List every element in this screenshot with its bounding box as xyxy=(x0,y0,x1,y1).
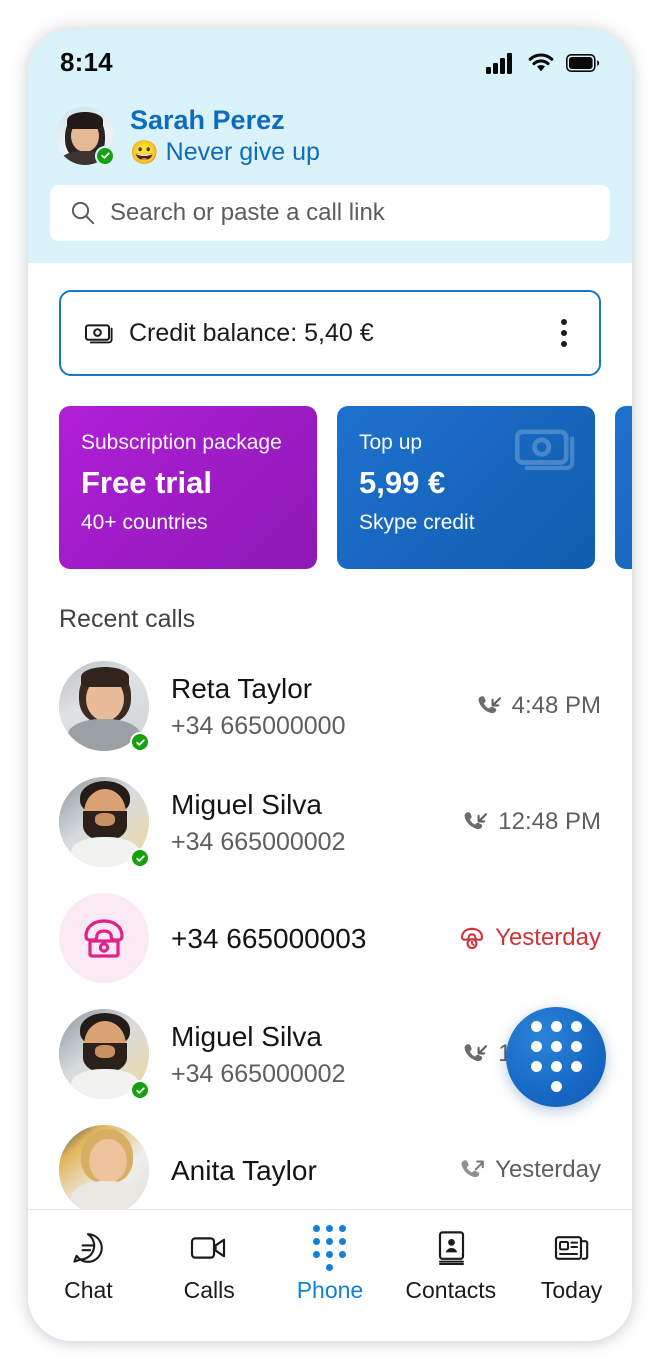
tab-calls[interactable]: Calls xyxy=(153,1228,265,1304)
promo-card-topup-next[interactable]: T 1 S xyxy=(615,406,632,570)
call-list-item[interactable]: Reta Taylor +34 665000000 4:48 PM xyxy=(28,648,632,764)
chat-bubble-icon xyxy=(73,1232,104,1263)
call-phone-number: +34 665000002 xyxy=(171,1060,346,1089)
call-meta: Yesterday xyxy=(459,924,601,952)
promo-kicker: Top up xyxy=(359,431,423,455)
avatar xyxy=(59,1009,150,1101)
recent-calls-heading: Recent calls xyxy=(59,605,196,634)
call-timestamp: Yesterday xyxy=(495,1156,601,1184)
check-icon xyxy=(100,152,110,160)
tab-contacts[interactable]: Contacts xyxy=(395,1228,507,1304)
tab-chat[interactable]: Chat xyxy=(32,1228,144,1304)
call-contact-name: Anita Taylor xyxy=(171,1154,317,1186)
promo-subtitle: 40+ countries xyxy=(81,510,208,534)
call-details: +34 665000003 xyxy=(171,921,437,956)
call-details: Miguel Silva +34 665000002 xyxy=(171,787,440,857)
tab-label: Phone xyxy=(296,1276,364,1303)
tab-label: Calls xyxy=(183,1276,235,1303)
call-missed-icon xyxy=(461,928,484,950)
mood-emoji: 😀 xyxy=(130,138,159,165)
call-details: Reta Taylor +34 665000000 xyxy=(171,671,454,741)
call-incoming-icon xyxy=(464,1044,488,1062)
battery-icon xyxy=(566,53,600,72)
bottom-navigation: Chat Calls Phone Contacts Today xyxy=(28,1208,632,1341)
promo-carousel[interactable]: Subscription package Free trial 40+ coun… xyxy=(28,406,632,570)
tab-label: Contacts xyxy=(405,1276,497,1303)
dial-pad-icon xyxy=(530,1021,582,1092)
call-contact-name: Miguel Silva xyxy=(171,1021,322,1053)
call-contact-name: Miguel Silva xyxy=(171,789,322,821)
call-details: Anita Taylor xyxy=(171,1153,437,1188)
desk-phone-icon xyxy=(59,893,149,984)
call-phone-number: +34 665000002 xyxy=(171,828,346,857)
screenshot-root: 8:14 Sarah Perez 😀 Never give up Search … xyxy=(0,0,660,1369)
promo-subtitle: Skype credit xyxy=(359,510,475,534)
anita-taylor-avatar xyxy=(59,1125,149,1209)
call-list-item[interactable]: +34 665000003 Yesterday xyxy=(28,880,632,996)
status-bar-icons xyxy=(486,52,600,74)
profile-mood[interactable]: 😀 Never give up xyxy=(130,137,320,167)
credit-balance-left: Credit balance: 5,40 € xyxy=(85,319,374,348)
promo-card-topup-599[interactable]: Top up 5,99 € Skype credit xyxy=(337,406,595,570)
avatar[interactable] xyxy=(56,106,115,166)
call-timestamp: 4:48 PM xyxy=(511,692,601,720)
call-incoming-icon xyxy=(478,696,501,714)
call-timestamp: 12:48 PM xyxy=(498,808,601,836)
main-content: Credit balance: 5,40 € Subscription pack… xyxy=(28,263,632,1209)
profile-row[interactable]: Sarah Perez 😀 Never give up xyxy=(50,97,610,168)
avatar xyxy=(59,777,150,869)
recent-calls-list: Reta Taylor +34 665000000 4:48 PM Miguel… xyxy=(28,648,632,1209)
check-icon xyxy=(135,1087,145,1094)
call-list-item[interactable]: Anita Taylor Yesterday xyxy=(28,1112,632,1209)
phone-frame: 8:14 Sarah Perez 😀 Never give up Search … xyxy=(28,28,632,1341)
promo-title: Free trial xyxy=(81,464,212,500)
tab-label: Today xyxy=(540,1276,603,1303)
tab-label: Chat xyxy=(64,1276,113,1303)
avatar xyxy=(59,661,150,753)
call-meta: 4:48 PM xyxy=(476,692,601,720)
avatar xyxy=(59,1125,149,1209)
dial-pad-icon xyxy=(313,1224,347,1271)
desk-phone-glyph xyxy=(84,919,124,958)
tab-phone[interactable]: Phone xyxy=(274,1224,386,1304)
video-camera-icon xyxy=(191,1236,226,1259)
call-contact-name: +34 665000003 xyxy=(171,922,367,954)
banknote-icon xyxy=(85,324,113,344)
app-header: 8:14 Sarah Perez 😀 Never give up Search … xyxy=(28,28,632,264)
call-details: Miguel Silva +34 665000002 xyxy=(171,1019,440,1089)
cellular-signal-icon xyxy=(486,52,512,74)
call-outgoing-icon xyxy=(461,1160,484,1178)
search-input[interactable]: Search or paste a call link xyxy=(50,185,610,242)
check-icon xyxy=(135,855,145,862)
call-contact-name: Reta Taylor xyxy=(171,673,313,705)
presence-badge-available xyxy=(95,145,115,166)
call-incoming-icon xyxy=(464,812,488,830)
profile-text: Sarah Perez 😀 Never give up xyxy=(130,105,320,168)
tab-today[interactable]: Today xyxy=(516,1228,628,1304)
call-meta: Yesterday xyxy=(459,1156,601,1184)
dial-pad-button[interactable] xyxy=(506,1006,606,1107)
credit-balance-card[interactable]: Credit balance: 5,40 € xyxy=(59,290,601,377)
call-list-item[interactable]: Miguel Silva +34 665000002 12:48 PM xyxy=(28,764,632,880)
news-feed-icon xyxy=(554,1235,588,1260)
credit-balance-label: Credit balance: 5,40 € xyxy=(129,318,374,347)
profile-mood-text: Never give up xyxy=(165,138,320,167)
more-options-icon[interactable] xyxy=(551,313,577,353)
status-bar-clock: 8:14 xyxy=(60,47,113,77)
promo-kicker: Subscription package xyxy=(81,431,282,455)
wifi-icon xyxy=(528,53,554,72)
call-phone-number: +34 665000000 xyxy=(171,712,346,741)
call-timestamp: Yesterday xyxy=(495,924,601,952)
contact-book-icon xyxy=(438,1230,464,1265)
promo-card-subscription[interactable]: Subscription package Free trial 40+ coun… xyxy=(59,406,317,570)
search-placeholder: Search or paste a call link xyxy=(110,199,385,227)
call-meta: 12:48 PM xyxy=(462,808,601,836)
check-icon xyxy=(135,739,145,746)
status-bar: 8:14 xyxy=(50,29,610,97)
profile-name: Sarah Perez xyxy=(130,104,285,135)
search-icon xyxy=(71,202,95,225)
avatar xyxy=(59,893,149,984)
